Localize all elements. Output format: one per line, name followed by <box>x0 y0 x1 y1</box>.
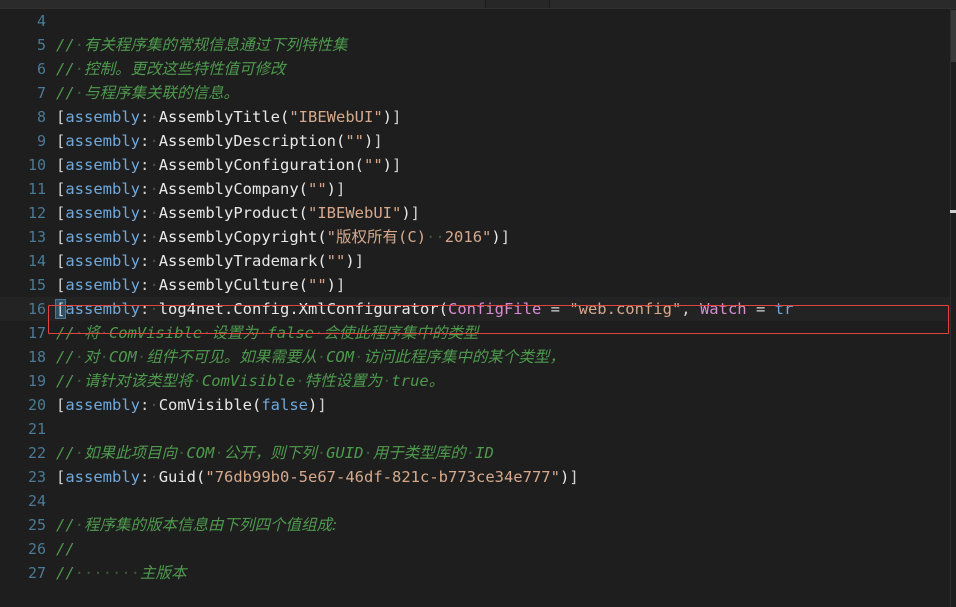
line-content: [assembly:·AssemblyConfiguration("")] <box>56 156 402 174</box>
line-number: 21 <box>27 420 46 438</box>
code-line[interactable]: 20 [assembly:·ComVisible(false)] <box>0 393 956 417</box>
code-line[interactable]: 22 //·如果此项目向·COM·公开，则下列·GUID·用于类型库的·ID <box>0 441 956 465</box>
line-content: [assembly:·Guid("76db99b0-5e67-46df-821c… <box>56 468 579 486</box>
line-number: 23 <box>27 468 46 486</box>
code-line[interactable]: 7 //·与程序集关联的信息。 <box>0 81 956 105</box>
line-content: // <box>56 540 75 558</box>
line-content: [assembly:·AssemblyTitle("IBEWebUI")] <box>56 108 402 126</box>
line-number: 9 <box>36 132 46 150</box>
code-line[interactable]: 23 [assembly:·Guid("76db99b0-5e67-46df-8… <box>0 465 956 489</box>
line-number: 4 <box>36 12 46 30</box>
line-content: //·有关程序集的常规信息通过下列特性集 <box>56 36 348 54</box>
code-line[interactable]: 26 // <box>0 537 956 561</box>
code-line[interactable]: 15 [assembly:·AssemblyCulture("")] <box>0 273 956 297</box>
code-line[interactable]: 5 //·有关程序集的常规信息通过下列特性集 <box>0 33 956 57</box>
code-line[interactable]: 18 //·对·COM·组件不可见。如果需要从·COM·访问此程序集中的某个类型… <box>0 345 956 369</box>
code-line-container: 4 5 //·有关程序集的常规信息通过下列特性集 6 //·控制。更改这些特性值… <box>0 9 956 585</box>
ruler-marker <box>950 210 956 213</box>
vertical-scrollbar-thumb[interactable] <box>951 10 956 62</box>
line-content: //·请针对该类型将·ComVisible·特性设置为·true。 <box>56 372 445 390</box>
line-content: [assembly:·AssemblyDescription("")] <box>56 132 383 150</box>
line-number: 11 <box>27 180 46 198</box>
code-editor-surface[interactable]: 4 5 //·有关程序集的常规信息通过下列特性集 6 //·控制。更改这些特性值… <box>0 9 956 607</box>
line-number: 7 <box>36 84 46 102</box>
line-content: [assembly:·ComVisible(false)] <box>56 396 327 414</box>
line-number: 17 <box>27 324 46 342</box>
line-number: 10 <box>27 156 46 174</box>
ruler-edge <box>950 9 951 607</box>
line-number: 15 <box>27 276 46 294</box>
code-line[interactable]: 10 [assembly:·AssemblyConfiguration("")] <box>0 153 956 177</box>
line-number: 5 <box>36 36 46 54</box>
line-content: //·如果此项目向·COM·公开，则下列·GUID·用于类型库的·ID <box>56 444 494 462</box>
code-line[interactable]: 27 //·······主版本 <box>0 561 956 585</box>
line-content: //·控制。更改这些特性值可修改 <box>56 60 286 78</box>
line-content: //·与程序集关联的信息。 <box>56 84 240 102</box>
line-number: 26 <box>27 540 46 558</box>
line-number: 6 <box>36 60 46 78</box>
line-content: [assembly:·AssemblyTrademark("")] <box>56 252 365 270</box>
line-number: 8 <box>36 108 46 126</box>
line-number: 20 <box>27 396 46 414</box>
line-content: //·对·COM·组件不可见。如果需要从·COM·访问此程序集中的某个类型， <box>56 348 565 366</box>
code-line[interactable]: 8 [assembly:·AssemblyTitle("IBEWebUI")] <box>0 105 956 129</box>
overview-ruler[interactable] <box>950 9 956 607</box>
code-line[interactable]: 19 //·请针对该类型将·ComVisible·特性设置为·true。 <box>0 369 956 393</box>
line-number: 18 <box>27 348 46 366</box>
line-number: 24 <box>27 492 46 510</box>
line-number: 27 <box>27 564 46 582</box>
line-number: 25 <box>27 516 46 534</box>
editor-top-strip <box>0 0 956 9</box>
line-number: 12 <box>27 204 46 222</box>
line-number: 19 <box>27 372 46 390</box>
code-line[interactable]: 4 <box>0 9 956 33</box>
line-content: [assembly:·AssemblyProduct("IBEWebUI")] <box>56 204 421 222</box>
code-line[interactable]: 24 <box>0 489 956 513</box>
line-content: //·程序集的版本信息由下列四个值组成: <box>56 516 338 534</box>
code-line-active[interactable]: 16 [assembly:·log4net.Config.XmlConfigur… <box>0 297 956 321</box>
code-line[interactable]: 9 [assembly:·AssemblyDescription("")] <box>0 129 956 153</box>
code-line[interactable]: 25 //·程序集的版本信息由下列四个值组成: <box>0 513 956 537</box>
line-content: [assembly:·AssemblyCopyright("版权所有(C)··2… <box>56 228 511 246</box>
bracket-match-highlight: [ <box>54 299 67 319</box>
line-number: 13 <box>27 228 46 246</box>
line-number: 14 <box>27 252 46 270</box>
code-line[interactable]: 12 [assembly:·AssemblyProduct("IBEWebUI"… <box>0 201 956 225</box>
code-line[interactable]: 11 [assembly:·AssemblyCompany("")] <box>0 177 956 201</box>
code-line[interactable]: 14 [assembly:·AssemblyTrademark("")] <box>0 249 956 273</box>
line-content: //·······主版本 <box>56 564 187 582</box>
line-content: //·将·ComVisible·设置为·false·会使此程序集中的类型 <box>56 324 479 342</box>
code-line[interactable]: 6 //·控制。更改这些特性值可修改 <box>0 57 956 81</box>
line-number: 16 <box>27 300 46 318</box>
editor-window: 4 5 //·有关程序集的常规信息通过下列特性集 6 //·控制。更改这些特性值… <box>0 0 956 607</box>
line-content: [assembly:·log4net.Config.XmlConfigurato… <box>54 299 794 319</box>
code-line[interactable]: 17 //·将·ComVisible·设置为·false·会使此程序集中的类型 <box>0 321 956 345</box>
code-line[interactable]: 21 <box>0 417 956 441</box>
line-content: [assembly:·AssemblyCulture("")] <box>56 276 346 294</box>
code-line[interactable]: 13 [assembly:·AssemblyCopyright("版权所有(C)… <box>0 225 956 249</box>
line-content: [assembly:·AssemblyCompany("")] <box>56 180 346 198</box>
line-number: 22 <box>27 444 46 462</box>
